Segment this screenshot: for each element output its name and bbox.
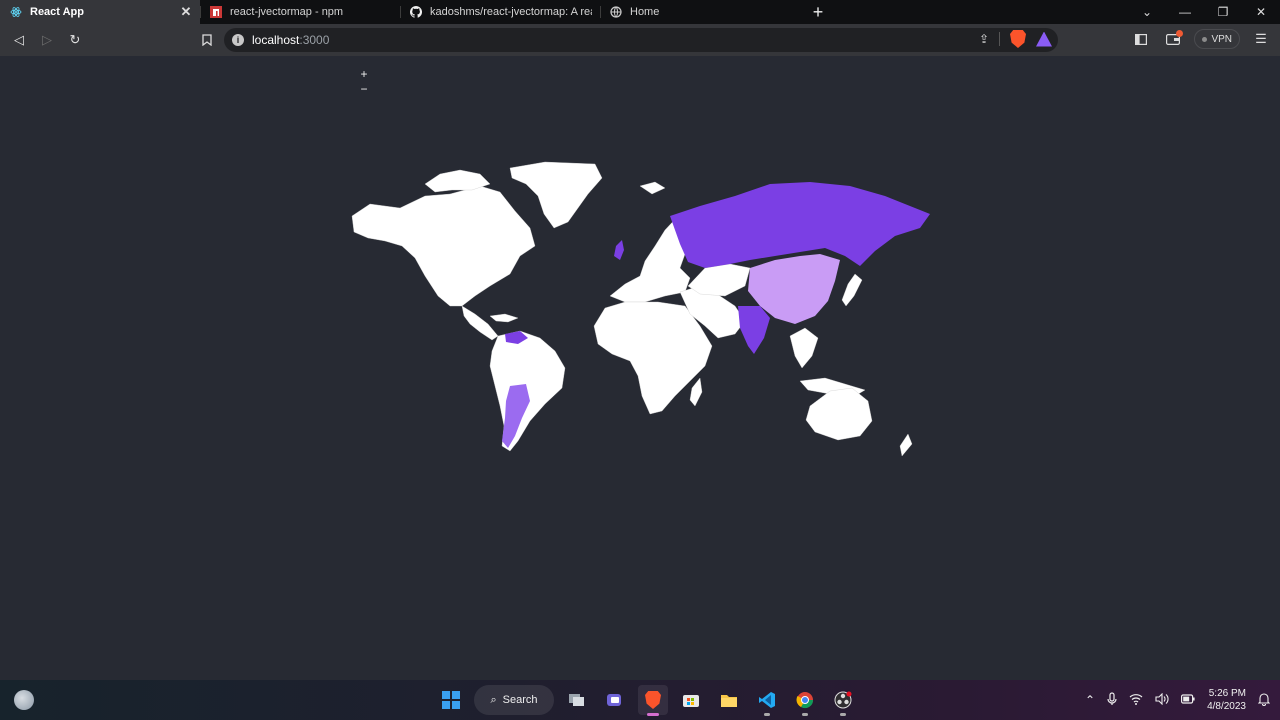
taskbar-search[interactable]: ⌕ Search xyxy=(474,685,554,715)
region-caribbean xyxy=(489,313,519,323)
microphone-icon[interactable] xyxy=(1107,691,1117,709)
globe-icon xyxy=(610,6,622,18)
tab-title: Home xyxy=(630,6,660,18)
region-central-america xyxy=(461,305,499,341)
windows-taskbar: ⌕ Search ⌃ 5:26 PM 4/8/2023 xyxy=(0,680,1280,720)
brave-browser-icon[interactable] xyxy=(638,685,668,716)
teams-chat-icon[interactable] xyxy=(600,685,630,715)
minimize-icon[interactable]: — xyxy=(1166,0,1204,24)
file-explorer-icon[interactable] xyxy=(714,685,744,715)
tab-home[interactable]: Home xyxy=(600,0,800,24)
tab-react-app[interactable]: React App ✕ xyxy=(0,0,200,24)
tab-title: react-jvectormap - npm xyxy=(230,6,344,18)
divider xyxy=(999,32,1000,46)
tab-npm[interactable]: react-jvectormap - npm xyxy=(200,0,400,24)
github-icon xyxy=(410,6,422,18)
share-icon[interactable]: ⇪ xyxy=(979,32,989,46)
system-tray: ⌃ 5:26 PM 4/8/2023 xyxy=(1085,684,1271,716)
search-icon: ⌕ xyxy=(490,693,497,706)
map-zoom-controls: + − xyxy=(356,66,372,96)
volume-icon[interactable] xyxy=(1155,692,1169,708)
weather-widget-icon[interactable] xyxy=(14,690,34,710)
close-tab-icon[interactable]: ✕ xyxy=(180,4,192,20)
tab-github[interactable]: kadoshms/react-jvectormap: A react w xyxy=(400,0,600,24)
region-central-asia xyxy=(687,263,751,297)
brave-rewards-icon[interactable] xyxy=(1036,31,1052,47)
restore-icon[interactable]: ❐ xyxy=(1204,0,1242,24)
obs-studio-icon[interactable] xyxy=(828,685,858,716)
start-button[interactable] xyxy=(436,685,466,715)
region-india xyxy=(738,306,770,354)
wifi-icon[interactable] xyxy=(1129,693,1143,708)
region-iceland xyxy=(639,181,666,195)
sidebar-icon[interactable] xyxy=(1130,28,1152,50)
battery-icon[interactable] xyxy=(1181,693,1195,707)
site-info-icon[interactable]: i xyxy=(232,34,244,46)
windows-logo-icon xyxy=(442,691,460,709)
region-japan xyxy=(841,273,863,307)
vpn-button[interactable]: VPN xyxy=(1194,29,1240,49)
react-icon xyxy=(10,6,22,18)
region-russia xyxy=(670,182,930,268)
tab-title: React App xyxy=(30,6,84,18)
url-text: localhost:3000 xyxy=(252,33,330,47)
new-tab-button[interactable]: + xyxy=(800,0,836,24)
back-icon[interactable]: ◁ xyxy=(6,27,32,53)
region-north-america xyxy=(351,185,536,307)
notification-bell-icon[interactable] xyxy=(1257,692,1271,709)
region-united-kingdom xyxy=(614,240,624,260)
task-view-icon[interactable] xyxy=(562,685,592,715)
window-controls: ⌄ — ❐ ✕ xyxy=(1128,0,1280,24)
address-bar[interactable]: i localhost:3000 ⇪ xyxy=(224,28,1058,52)
vscode-icon[interactable] xyxy=(752,685,782,716)
clock-time: 5:26 PM xyxy=(1208,688,1246,699)
world-map[interactable] xyxy=(340,156,940,456)
microsoft-store-icon[interactable] xyxy=(676,685,706,715)
search-label: Search xyxy=(502,694,538,706)
region-madagascar xyxy=(689,377,703,407)
region-new-zealand xyxy=(899,433,913,456)
region-southeast-asia xyxy=(789,327,819,369)
forward-icon[interactable]: ▷ xyxy=(34,27,60,53)
brave-shields-icon[interactable] xyxy=(1010,30,1026,48)
bookmark-icon[interactable] xyxy=(194,27,220,53)
zoom-out-button[interactable]: − xyxy=(356,81,372,96)
taskbar-clock[interactable]: 5:26 PM 4/8/2023 xyxy=(1207,687,1246,713)
chrome-icon[interactable] xyxy=(790,685,820,716)
menu-icon[interactable]: ☰ xyxy=(1250,28,1272,50)
tab-title: kadoshms/react-jvectormap: A react w xyxy=(430,6,592,18)
zoom-in-button[interactable]: + xyxy=(356,66,372,81)
browser-toolbar: ◁ ▷ ↻ i localhost:3000 ⇪ VPN ☰ xyxy=(0,24,1280,56)
wallet-icon[interactable] xyxy=(1162,28,1184,50)
region-australia xyxy=(805,387,873,441)
reload-icon[interactable]: ↻ xyxy=(62,27,88,53)
page-content: + − xyxy=(0,56,1280,680)
npm-icon xyxy=(210,6,222,18)
close-window-icon[interactable]: ✕ xyxy=(1242,0,1280,24)
tab-search-chevron-icon[interactable]: ⌄ xyxy=(1128,0,1166,24)
show-hidden-icons-chevron-icon[interactable]: ⌃ xyxy=(1085,693,1095,707)
clock-date: 4/8/2023 xyxy=(1207,701,1246,712)
region-greenland xyxy=(509,161,603,229)
browser-tab-strip: React App ✕ react-jvectormap - npm kados… xyxy=(0,0,1280,24)
